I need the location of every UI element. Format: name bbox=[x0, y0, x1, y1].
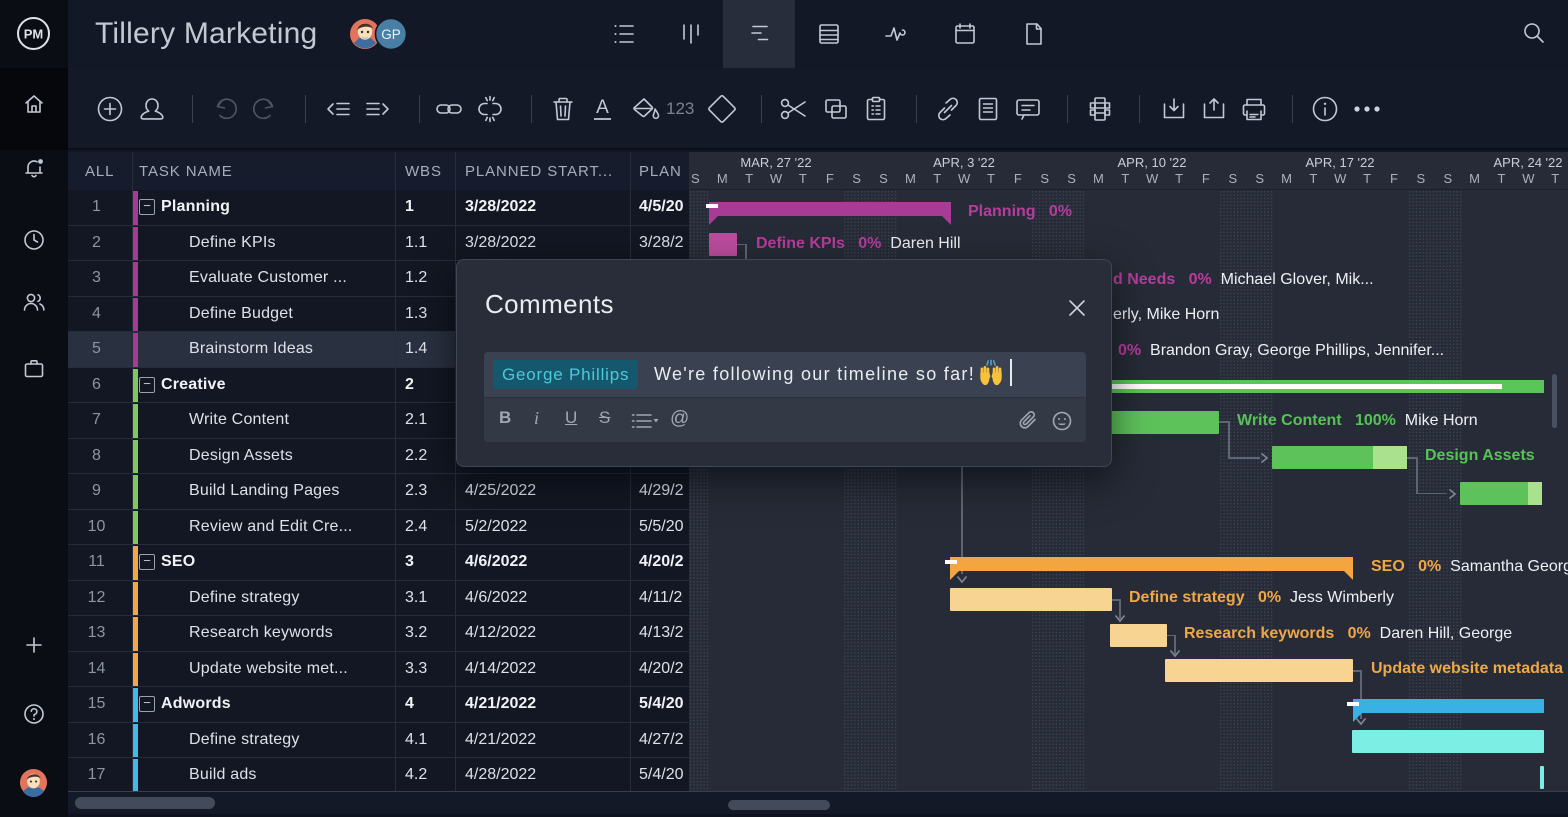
svg-text:GP: GP bbox=[381, 27, 401, 42]
svg-text:PM: PM bbox=[24, 26, 44, 41]
svg-text:A: A bbox=[596, 97, 609, 118]
